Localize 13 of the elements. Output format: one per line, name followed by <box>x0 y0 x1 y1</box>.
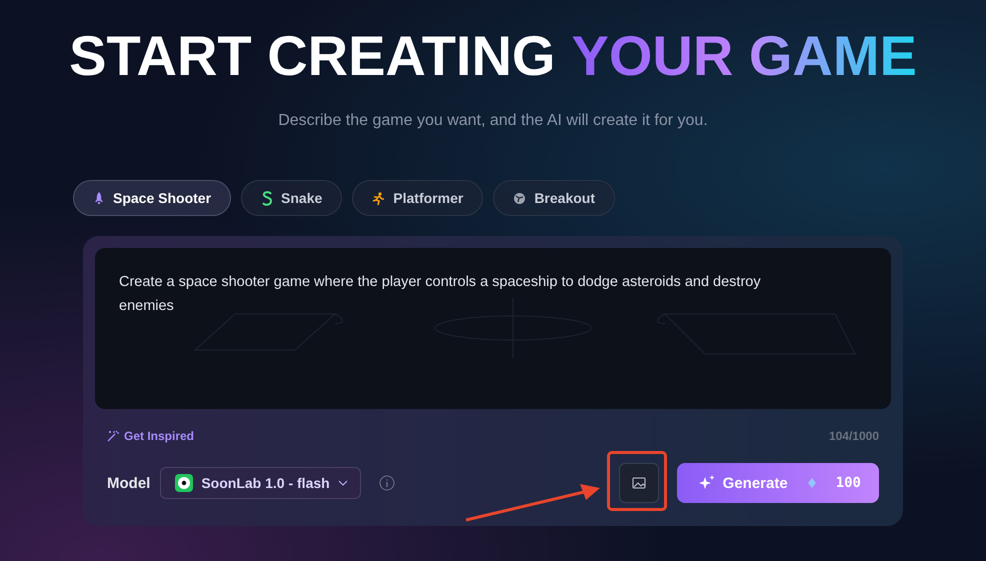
tab[interactable]: Platformer <box>352 180 484 216</box>
tab[interactable]: Breakout <box>493 180 615 216</box>
tab[interactable]: Snake <box>241 180 342 216</box>
tab[interactable]: Space Shooter <box>73 180 232 216</box>
get-inspired-link[interactable]: Get Inspired <box>124 429 194 443</box>
hero-subtitle: Describe the game you want, and the AI will create it for you. <box>278 112 708 130</box>
prompt-text: Create a space shooter game where the player controls a spaceship to dodge asteroids and destroy enemies <box>119 273 762 316</box>
hero-title: START CREATING <box>69 23 556 89</box>
model-dropdown[interactable]: SoonLab 1.0 - flash <box>160 467 361 499</box>
generate-button[interactable]: Generate 100 <box>676 463 879 503</box>
model-label: Model <box>107 474 150 492</box>
character-count: 104/1000 <box>828 429 879 443</box>
prompt-field[interactable]: Create a space shooter game where the player controls a spaceship to dodge asteroids and destroy enemies <box>95 248 891 409</box>
